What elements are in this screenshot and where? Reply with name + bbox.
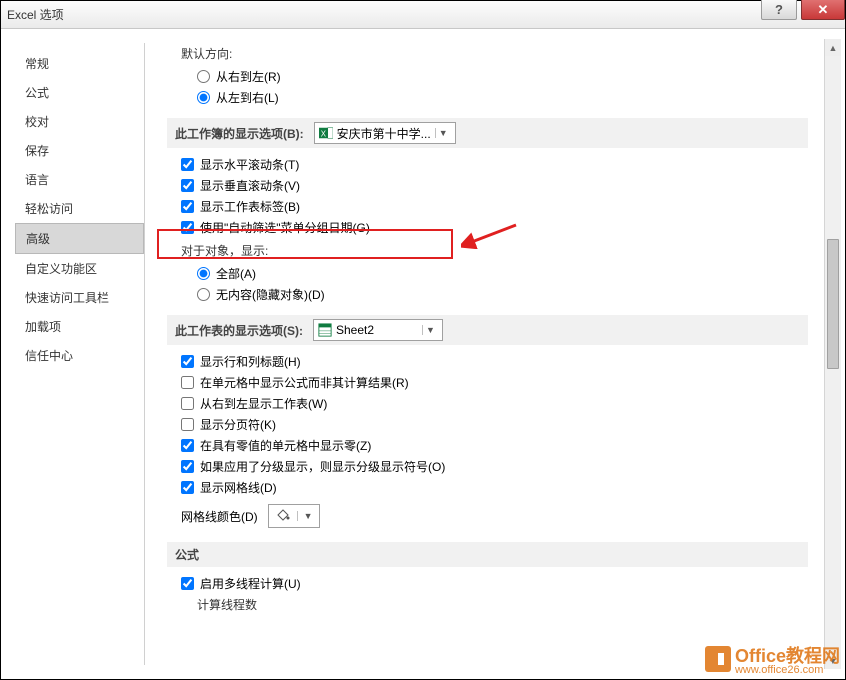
check-row-col-headers[interactable]: 显示行和列标题(H) — [181, 353, 808, 370]
check-horizontal-scrollbar-input[interactable] — [181, 158, 194, 171]
sidebar: 常规 公式 校对 保存 语言 轻松访问 高级 自定义功能区 快速访问工具栏 加载… — [15, 43, 145, 665]
check-outline-symbols-label: 如果应用了分级显示，则显示分级显示符号(O) — [200, 458, 445, 475]
radio-rtl[interactable]: 从右到左(R) — [197, 68, 808, 85]
check-row-col-headers-input[interactable] — [181, 355, 194, 368]
check-autofilter-date-input[interactable] — [181, 221, 194, 234]
sidebar-item-advanced[interactable]: 高级 — [15, 223, 144, 254]
check-page-breaks[interactable]: 显示分页符(K) — [181, 416, 808, 433]
titlebar: Excel 选项 ? ✕ — [1, 1, 845, 29]
default-direction-label: 默认方向: — [181, 45, 808, 62]
check-show-formulas[interactable]: 在单元格中显示公式而非其计算结果(R) — [181, 374, 808, 391]
radio-rtl-label: 从右到左(R) — [216, 68, 281, 85]
watermark: Office教程网 www.office26.com — [705, 642, 840, 676]
check-page-breaks-label: 显示分页符(K) — [200, 416, 276, 433]
svg-text:X: X — [320, 130, 326, 139]
check-autofilter-date[interactable]: 使用"自动筛选"菜单分组日期(G) — [181, 219, 808, 236]
radio-objects-all-label: 全部(A) — [216, 265, 256, 282]
help-button[interactable]: ? — [761, 0, 797, 20]
check-sheet-tabs-input[interactable] — [181, 200, 194, 213]
radio-objects-all[interactable]: 全部(A) — [197, 265, 808, 282]
check-vertical-scrollbar-input[interactable] — [181, 179, 194, 192]
worksheet-section-label: 此工作表的显示选项(S): — [175, 322, 303, 339]
check-show-formulas-input[interactable] — [181, 376, 194, 389]
scroll-up-arrow-icon[interactable]: ▲ — [825, 39, 841, 56]
radio-ltr[interactable]: 从左到右(L) — [197, 89, 808, 106]
check-outline-symbols-input[interactable] — [181, 460, 194, 473]
check-multithread[interactable]: 启用多线程计算(U) — [181, 575, 808, 592]
gridline-color-row: 网格线颜色(D) ▼ — [181, 504, 808, 528]
radio-objects-none-input[interactable] — [197, 288, 210, 301]
window-controls: ? ✕ — [761, 0, 845, 20]
check-horizontal-scrollbar[interactable]: 显示水平滚动条(T) — [181, 156, 808, 173]
dialog-body: 常规 公式 校对 保存 语言 轻松访问 高级 自定义功能区 快速访问工具栏 加载… — [1, 29, 845, 679]
sidebar-item-save[interactable]: 保存 — [15, 136, 144, 165]
workbook-dropdown[interactable]: X 安庆市第十中学... ▼ — [314, 122, 456, 144]
sidebar-item-addins[interactable]: 加载项 — [15, 312, 144, 341]
check-horizontal-scrollbar-label: 显示水平滚动条(T) — [200, 156, 299, 173]
chevron-down-icon: ▼ — [422, 325, 438, 335]
radio-objects-none-label: 无内容(隐藏对象)(D) — [216, 286, 325, 303]
check-multithread-input[interactable] — [181, 577, 194, 590]
check-multithread-label: 启用多线程计算(U) — [200, 575, 301, 592]
worksheet-dropdown-text: Sheet2 — [336, 323, 418, 337]
objects-display-label: 对于对象，显示: — [181, 242, 808, 259]
options-window: Excel 选项 ? ✕ 常规 公式 校对 保存 语言 轻松访问 高级 自定义功… — [0, 0, 846, 680]
paint-bucket-icon — [275, 507, 291, 526]
check-rtl-sheet-label: 从右到左显示工作表(W) — [200, 395, 327, 412]
workbook-dropdown-text: 安庆市第十中学... — [337, 125, 431, 142]
sidebar-item-proofing[interactable]: 校对 — [15, 107, 144, 136]
office-logo-icon — [705, 646, 731, 672]
sidebar-item-formulas[interactable]: 公式 — [15, 78, 144, 107]
scrollbar-thumb[interactable] — [827, 239, 839, 369]
workbook-section-header: 此工作簿的显示选项(B): X 安庆市第十中学... ▼ — [167, 118, 808, 148]
check-gridlines-input[interactable] — [181, 481, 194, 494]
check-autofilter-date-label: 使用"自动筛选"菜单分组日期(G) — [200, 219, 370, 236]
content-wrap: 默认方向: 从右到左(R) 从左到右(L) 此工作簿的显示选项(B): X — [151, 29, 845, 679]
watermark-text: Office教程网 www.office26.com — [735, 642, 840, 676]
sidebar-item-trust-center[interactable]: 信任中心 — [15, 341, 144, 370]
check-show-formulas-label: 在单元格中显示公式而非其计算结果(R) — [200, 374, 409, 391]
vertical-scrollbar[interactable]: ▲ ▼ — [824, 39, 841, 669]
formula-section-label: 公式 — [167, 542, 808, 567]
check-sheet-tabs[interactable]: 显示工作表标签(B) — [181, 198, 808, 215]
gridline-color-label: 网格线颜色(D) — [181, 508, 258, 525]
threads-count-label: 计算线程数 — [197, 596, 808, 613]
content-panel: 默认方向: 从右到左(R) 从左到右(L) 此工作簿的显示选项(B): X — [151, 39, 824, 669]
chevron-down-icon: ▼ — [297, 511, 313, 521]
window-title: Excel 选项 — [7, 6, 64, 23]
radio-ltr-input[interactable] — [197, 91, 210, 104]
excel-file-icon: X — [319, 126, 333, 140]
gridline-color-picker[interactable]: ▼ — [268, 504, 320, 528]
chevron-down-icon: ▼ — [435, 128, 451, 138]
check-zeros-input[interactable] — [181, 439, 194, 452]
sidebar-item-quick-access[interactable]: 快速访问工具栏 — [15, 283, 144, 312]
check-row-col-headers-label: 显示行和列标题(H) — [200, 353, 301, 370]
check-page-breaks-input[interactable] — [181, 418, 194, 431]
sidebar-item-general[interactable]: 常规 — [15, 49, 144, 78]
watermark-brand: Office教程网 — [735, 646, 840, 666]
check-vertical-scrollbar[interactable]: 显示垂直滚动条(V) — [181, 177, 808, 194]
radio-rtl-input[interactable] — [197, 70, 210, 83]
check-vertical-scrollbar-label: 显示垂直滚动条(V) — [200, 177, 300, 194]
sheet-icon — [318, 323, 332, 337]
radio-objects-none[interactable]: 无内容(隐藏对象)(D) — [197, 286, 808, 303]
sidebar-item-language[interactable]: 语言 — [15, 165, 144, 194]
radio-ltr-label: 从左到右(L) — [216, 89, 279, 106]
check-rtl-sheet-input[interactable] — [181, 397, 194, 410]
worksheet-section-header: 此工作表的显示选项(S): Sheet2 ▼ — [167, 315, 808, 345]
check-outline-symbols[interactable]: 如果应用了分级显示，则显示分级显示符号(O) — [181, 458, 808, 475]
check-zeros[interactable]: 在具有零值的单元格中显示零(Z) — [181, 437, 808, 454]
check-gridlines[interactable]: 显示网格线(D) — [181, 479, 808, 496]
check-gridlines-label: 显示网格线(D) — [200, 479, 277, 496]
sidebar-item-customize-ribbon[interactable]: 自定义功能区 — [15, 254, 144, 283]
workbook-section-label: 此工作簿的显示选项(B): — [175, 125, 304, 142]
sidebar-item-accessibility[interactable]: 轻松访问 — [15, 194, 144, 223]
check-zeros-label: 在具有零值的单元格中显示零(Z) — [200, 437, 371, 454]
radio-objects-all-input[interactable] — [197, 267, 210, 280]
check-rtl-sheet[interactable]: 从右到左显示工作表(W) — [181, 395, 808, 412]
close-button[interactable]: ✕ — [801, 0, 845, 20]
check-sheet-tabs-label: 显示工作表标签(B) — [200, 198, 300, 215]
worksheet-dropdown[interactable]: Sheet2 ▼ — [313, 319, 443, 341]
